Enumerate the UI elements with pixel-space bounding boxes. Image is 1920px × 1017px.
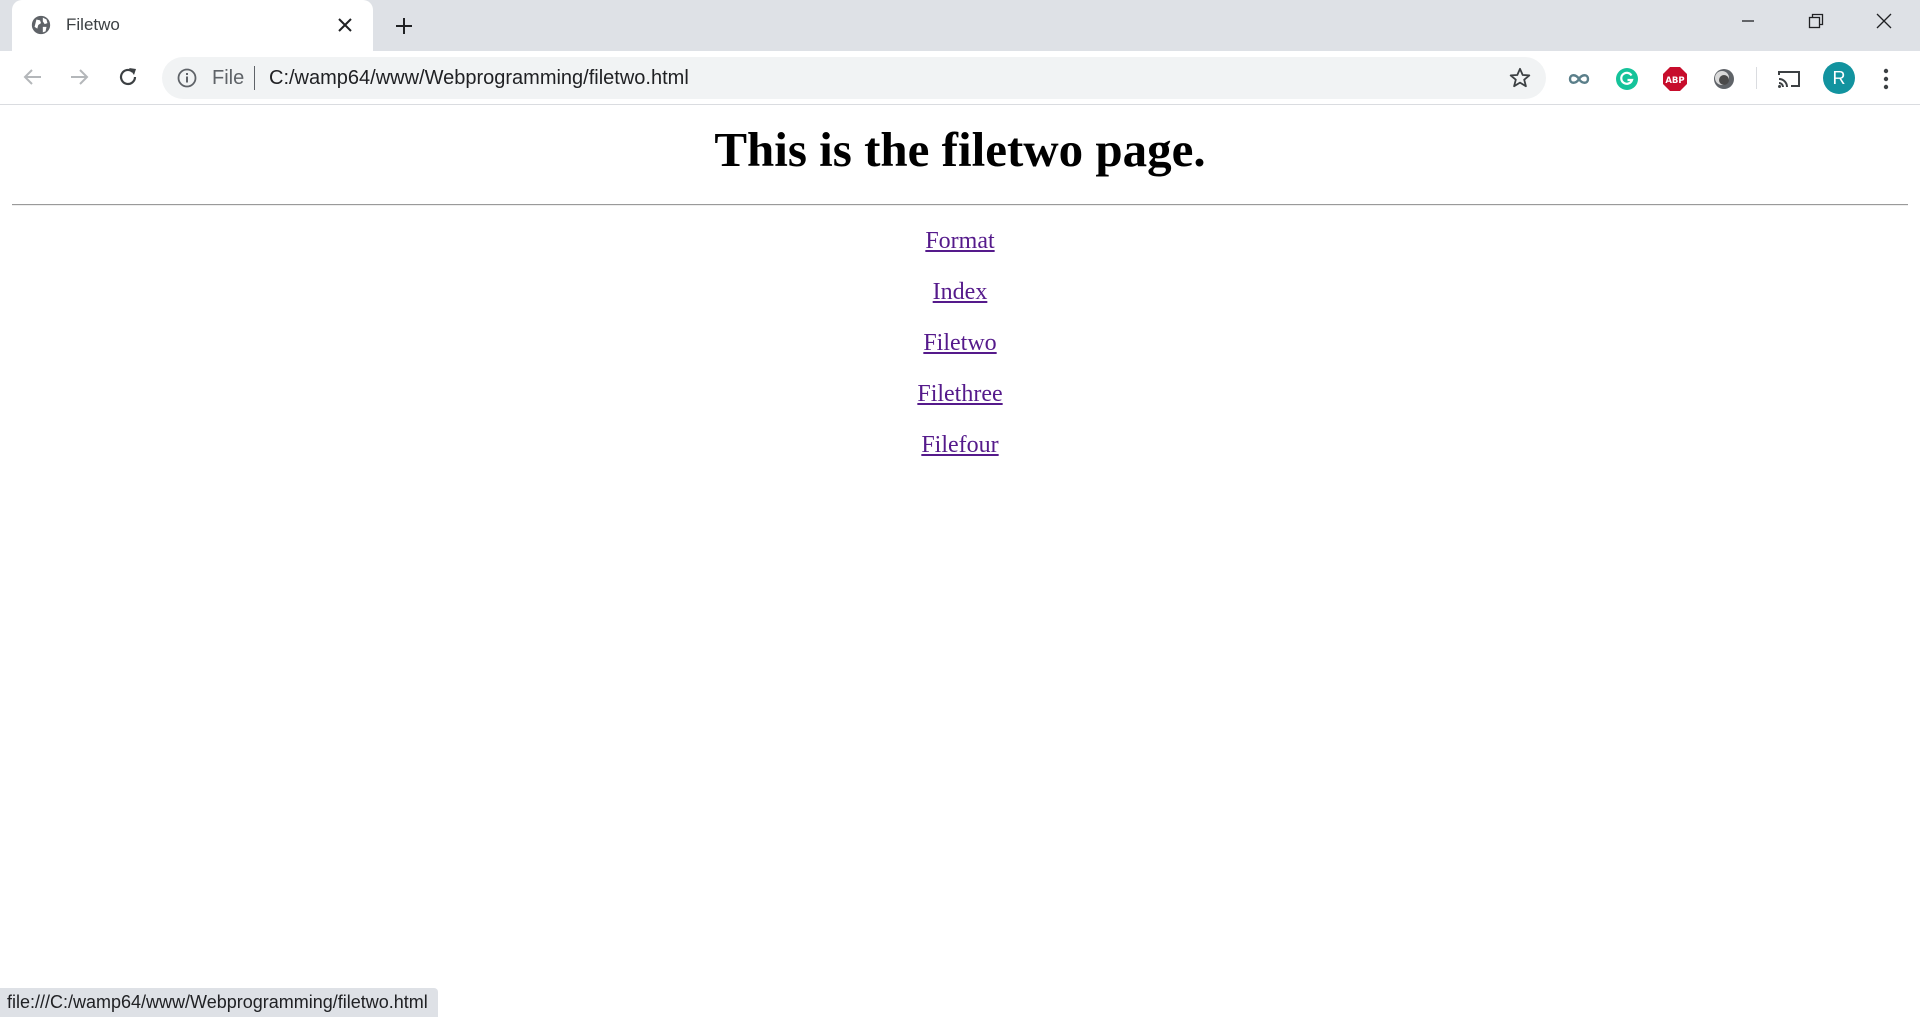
toolbar-separator (1756, 67, 1757, 89)
tab-title: Filetwo (66, 15, 120, 34)
back-arrow-icon[interactable] (14, 59, 50, 95)
cast-icon[interactable] (1776, 66, 1802, 92)
link-filetwo[interactable]: Filetwo (923, 330, 996, 357)
restore-icon[interactable] (1782, 0, 1850, 42)
tab-strip: Filetwo (0, 0, 1920, 51)
infinity-extension-icon[interactable] (1566, 66, 1592, 92)
scheme-label: File (212, 67, 245, 89)
page-heading: This is the filetwo page. (714, 122, 1206, 177)
grammarly-icon[interactable] (1614, 66, 1640, 92)
menu-kebab-icon[interactable] (1873, 66, 1899, 92)
link-filefour[interactable]: Filefour (921, 432, 998, 459)
horizontal-rule (12, 204, 1908, 206)
page-content: This is the filetwo page. Format Index F… (0, 106, 1920, 1017)
adblock-plus-icon[interactable]: ABP (1662, 66, 1688, 92)
browser-toolbar: File C:/wamp64/www/Webprogramming/filetw… (0, 51, 1920, 105)
address-bar[interactable]: File C:/wamp64/www/Webprogramming/filetw… (162, 57, 1546, 99)
profile-avatar[interactable]: R (1823, 62, 1855, 94)
browser-tab[interactable]: Filetwo (12, 0, 373, 51)
svg-text:ABP: ABP (1665, 76, 1684, 86)
new-tab-plus-icon[interactable] (390, 12, 418, 40)
link-filethree[interactable]: Filethree (917, 381, 1002, 408)
close-tab-icon[interactable] (333, 13, 357, 37)
forward-arrow-icon[interactable] (62, 59, 98, 95)
orb-extension-icon[interactable] (1711, 66, 1737, 92)
reload-icon[interactable] (110, 59, 146, 95)
globe-icon (31, 15, 51, 35)
bookmark-star-icon[interactable] (1508, 66, 1532, 90)
info-icon[interactable] (176, 67, 198, 89)
link-index[interactable]: Index (933, 279, 988, 306)
link-list: Format Index Filetwo Filethree Filefour (0, 228, 1920, 483)
minimize-icon[interactable] (1714, 0, 1782, 42)
omnibox-separator (254, 66, 255, 90)
close-window-icon[interactable] (1850, 0, 1918, 42)
url-text[interactable]: C:/wamp64/www/Webprogramming/filetwo.htm… (269, 67, 689, 89)
link-format[interactable]: Format (925, 228, 994, 255)
status-bar-url: file:///C:/wamp64/www/Webprogramming/fil… (0, 988, 438, 1017)
